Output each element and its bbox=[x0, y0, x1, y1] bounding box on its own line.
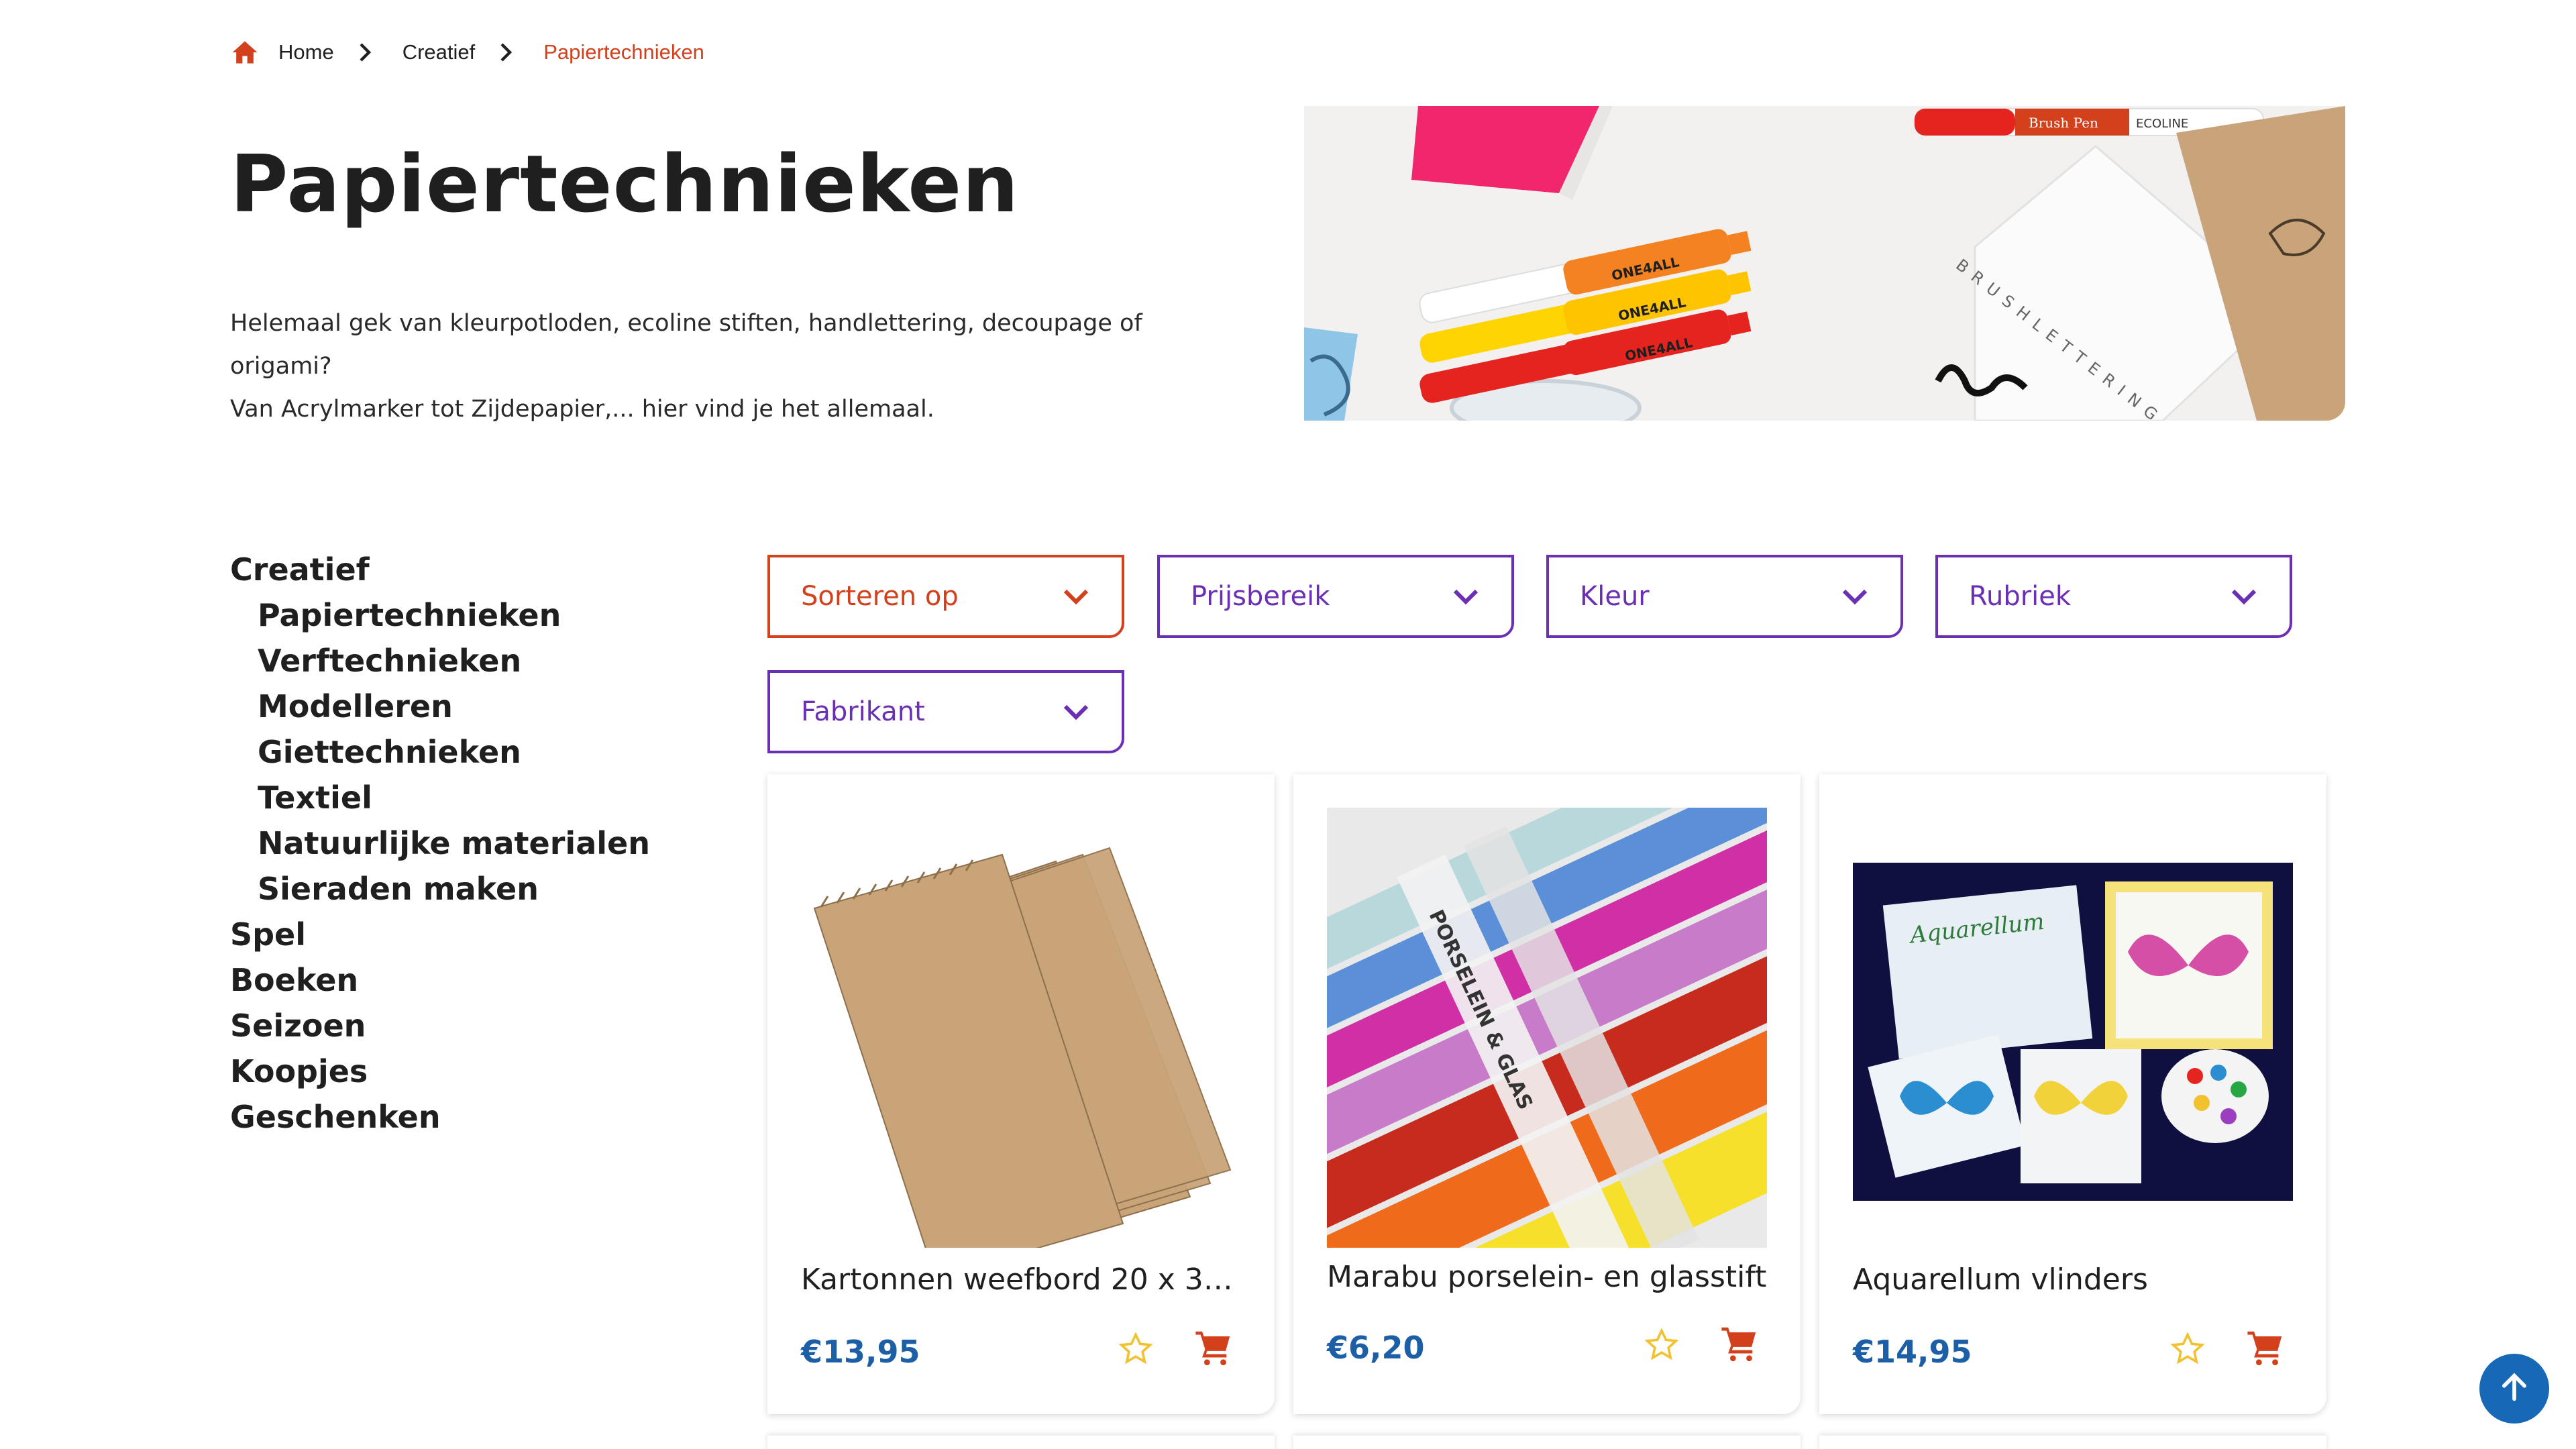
price-range-label: Prijsbereik bbox=[1191, 581, 1330, 612]
product-price: €6,20 bbox=[1327, 1330, 1425, 1366]
product-price: €13,95 bbox=[801, 1334, 920, 1370]
product-card[interactable] bbox=[767, 1436, 1275, 1449]
intro-line-1: Helemaal gek van kleurpotloden, ecoline … bbox=[230, 310, 1142, 380]
product-name[interactable]: Kartonnen weefbord 20 x 30 c... bbox=[801, 1263, 1244, 1297]
brush-pen-label: Brush Pen bbox=[2029, 115, 2098, 131]
sidebar-item-spel[interactable]: Spel bbox=[230, 912, 650, 957]
breadcrumb-creatief[interactable]: Creatief bbox=[402, 40, 476, 64]
sidebar-item-seizoen[interactable]: Seizoen bbox=[230, 1003, 650, 1049]
star-icon[interactable] bbox=[1118, 1331, 1154, 1367]
sidebar-item-geschenken[interactable]: Geschenken bbox=[230, 1094, 650, 1140]
color-dropdown-label: Kleur bbox=[1580, 581, 1650, 612]
sidebar-item-sieraden-maken[interactable]: Sieraden maken bbox=[230, 866, 650, 912]
chevron-right-icon bbox=[499, 39, 519, 66]
product-image[interactable]: Aquarellum bbox=[1853, 808, 2293, 1248]
sort-dropdown[interactable]: Sorteren op bbox=[767, 555, 1124, 638]
scroll-to-top-button[interactable] bbox=[2479, 1354, 2549, 1424]
sidebar-item-boeken[interactable]: Boeken bbox=[230, 957, 650, 1003]
sidebar-item-modelleren[interactable]: Modelleren bbox=[230, 684, 650, 729]
hero-banner-image: ONE4ALL ONE4ALL ONE4ALL Brush Pen ECOLIN… bbox=[1304, 106, 2345, 421]
star-icon[interactable] bbox=[2169, 1331, 2206, 1367]
star-icon[interactable] bbox=[1644, 1327, 1680, 1363]
product-name[interactable]: Aquarellum vlinders bbox=[1853, 1263, 2296, 1297]
chevron-down-icon bbox=[2228, 580, 2260, 612]
product-card[interactable] bbox=[1293, 1436, 1801, 1449]
home-icon[interactable] bbox=[230, 38, 260, 67]
product-image[interactable]: PORSELEIN & GLAS bbox=[1327, 808, 1767, 1248]
breadcrumb-home[interactable]: Home bbox=[278, 40, 334, 64]
rubric-dropdown[interactable]: Rubriek bbox=[1935, 555, 2292, 638]
breadcrumb: Home Creatief Papiertechnieken bbox=[230, 35, 704, 70]
sidebar-item-natuurlijke-materialen[interactable]: Natuurlijke materialen bbox=[230, 820, 650, 866]
category-sidebar: Creatief Papiertechnieken Verftechnieken… bbox=[230, 547, 650, 1140]
chevron-right-icon bbox=[358, 39, 378, 66]
brand-dropdown-label: Fabrikant bbox=[801, 696, 925, 727]
page-title: Papiertechnieken bbox=[230, 138, 1020, 230]
product-name[interactable]: Marabu porselein- en glasstift bbox=[1327, 1260, 1770, 1294]
hero-illustration: ONE4ALL ONE4ALL ONE4ALL Brush Pen ECOLIN… bbox=[1304, 106, 2345, 421]
product-price: €14,95 bbox=[1853, 1334, 1972, 1370]
product-card[interactable] bbox=[1819, 1436, 2326, 1449]
cart-icon[interactable] bbox=[1194, 1328, 1233, 1367]
chevron-down-icon bbox=[1450, 580, 1482, 612]
sidebar-item-creatief[interactable]: Creatief bbox=[230, 547, 650, 592]
chevron-down-icon bbox=[1060, 696, 1092, 728]
color-dropdown[interactable]: Kleur bbox=[1546, 555, 1903, 638]
sidebar-item-textiel[interactable]: Textiel bbox=[230, 775, 650, 820]
intro-line-2: Van Acrylmarker tot Zijdepapier,... hier… bbox=[230, 396, 934, 423]
sidebar-item-papiertechnieken[interactable]: Papiertechnieken bbox=[230, 592, 650, 638]
product-card[interactable]: PORSELEIN & GLAS Marabu porselein- en gl… bbox=[1293, 774, 1801, 1414]
product-card[interactable]: Aquarellum Aquarellum vlinders €14,95 bbox=[1819, 774, 2326, 1414]
category-intro: Helemaal gek van kleurpotloden, ecoline … bbox=[230, 302, 1236, 431]
sidebar-item-verftechnieken[interactable]: Verftechnieken bbox=[230, 638, 650, 684]
breadcrumb-current: Papiertechnieken bbox=[543, 40, 704, 64]
cart-icon[interactable] bbox=[2246, 1328, 2285, 1367]
arrow-up-icon bbox=[2497, 1370, 2532, 1408]
sidebar-item-giettechnieken[interactable]: Giettechnieken bbox=[230, 729, 650, 775]
chevron-down-icon bbox=[1839, 580, 1871, 612]
chevron-down-icon bbox=[1060, 580, 1092, 612]
brush-pen-brand: ECOLINE bbox=[2136, 117, 2188, 131]
rubric-dropdown-label: Rubriek bbox=[1969, 581, 2072, 612]
cart-icon[interactable] bbox=[1720, 1324, 1759, 1363]
sidebar-item-koopjes[interactable]: Koopjes bbox=[230, 1049, 650, 1094]
product-image[interactable] bbox=[801, 808, 1241, 1248]
brand-dropdown[interactable]: Fabrikant bbox=[767, 670, 1124, 753]
price-range-dropdown[interactable]: Prijsbereik bbox=[1157, 555, 1514, 638]
product-card[interactable]: Kartonnen weefbord 20 x 30 c... €13,95 bbox=[767, 774, 1275, 1414]
sort-dropdown-label: Sorteren op bbox=[801, 581, 959, 612]
